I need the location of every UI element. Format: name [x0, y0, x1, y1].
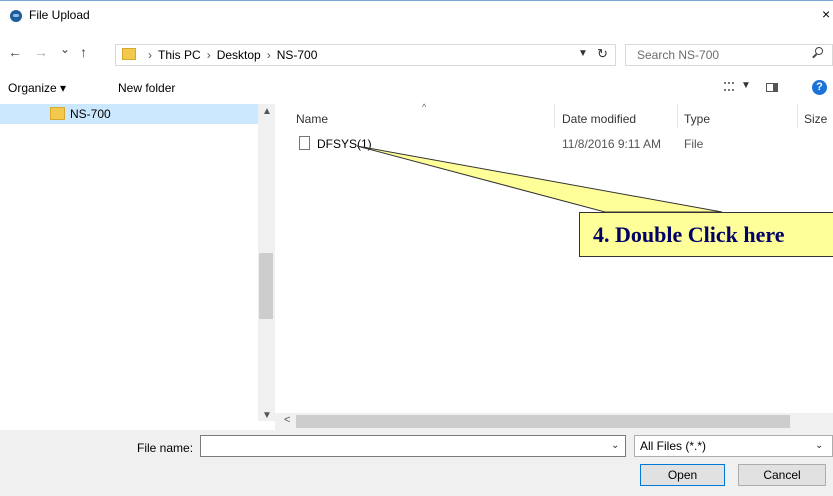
callout-text: 4. Double Click here: [593, 222, 785, 247]
